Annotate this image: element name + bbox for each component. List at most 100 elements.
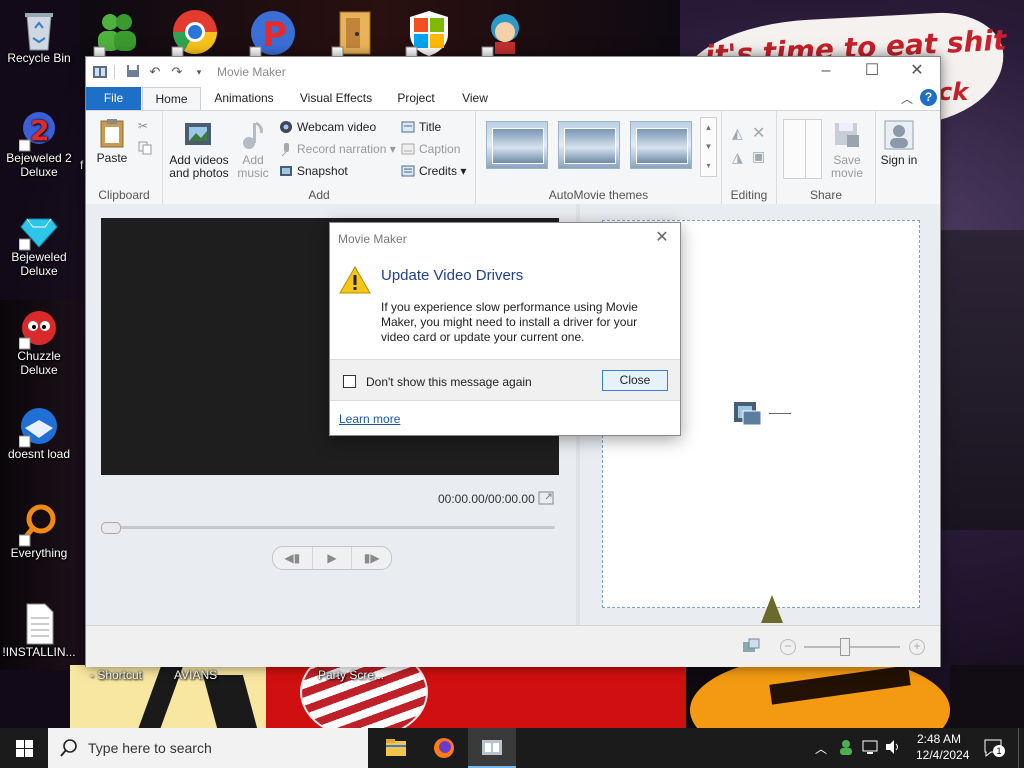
tab-file[interactable]: File xyxy=(86,87,141,110)
ribbon: Paste ✂ Clipboard Add videos and photos … xyxy=(86,110,940,205)
desktop-icon-bejeweled[interactable]: Bejeweled Deluxe xyxy=(2,207,76,278)
theme-thumbnail[interactable] xyxy=(630,121,692,169)
taskbar-firefox[interactable] xyxy=(420,728,468,768)
tab-home[interactable]: Home xyxy=(142,87,201,111)
next-frame-button[interactable]: ▮▶ xyxy=(352,547,391,569)
theme-thumbnail[interactable] xyxy=(558,121,620,169)
bejeweled-2-icon: 2 xyxy=(18,112,55,152)
door-icon xyxy=(331,11,371,59)
close-window-button[interactable]: ✕ xyxy=(894,57,940,87)
wallpaper-banner-text: ck xyxy=(938,78,969,106)
character-icon xyxy=(481,14,519,59)
learn-more-link[interactable]: Learn more xyxy=(339,412,400,426)
desktop-icon-folder-app[interactable] xyxy=(330,8,380,59)
volume-icon[interactable] xyxy=(884,739,902,758)
dialog-close-button[interactable]: Close xyxy=(602,370,668,391)
desktop-icon-chuzzle[interactable]: Chuzzle Deluxe xyxy=(2,306,76,377)
seek-thumb[interactable] xyxy=(101,522,121,534)
zoom-slider[interactable] xyxy=(804,646,900,648)
user-tray-icon[interactable] xyxy=(838,739,854,758)
fullscreen-preview-icon[interactable] xyxy=(538,491,554,508)
save-movie-button[interactable]: Save movie xyxy=(827,119,867,180)
rotate-right-icon[interactable]: ◮ xyxy=(732,149,743,166)
title-button[interactable]: Title xyxy=(401,118,441,136)
desktop-icon-windows-shield[interactable] xyxy=(404,8,454,59)
play-button[interactable]: ▶ xyxy=(313,547,353,569)
previous-frame-button[interactable]: ◀▮ xyxy=(273,547,313,569)
desktop-icon-label: Bejeweled Deluxe xyxy=(11,250,67,278)
add-videos-photos-button[interactable]: Add videos and photos xyxy=(167,119,231,180)
desktop-icon-label: Recycle Bin xyxy=(7,51,71,65)
sign-in-button[interactable]: Sign in xyxy=(880,119,918,167)
show-hidden-icons-chevron-icon[interactable]: ︿ xyxy=(815,740,827,757)
desktop-icon-p-app[interactable]: P xyxy=(248,8,298,59)
desktop-icon-recycle-bin[interactable]: Recycle Bin xyxy=(2,8,76,65)
add-group: Add videos and photos Add music Webcam v… xyxy=(163,111,476,204)
start-button[interactable] xyxy=(16,740,33,760)
add-music-button[interactable]: Add music xyxy=(233,119,273,180)
taskbar-search-box[interactable]: Type here to search xyxy=(48,728,368,768)
dialog-title: Movie Maker xyxy=(338,232,407,246)
caption-icon xyxy=(401,142,415,156)
desktop-icon-thunderbird[interactable]: doesnt load xyxy=(2,404,76,461)
save-icon[interactable] xyxy=(125,64,141,80)
webcam-video-button[interactable]: Webcam video xyxy=(279,118,376,136)
select-all-icon[interactable]: ▣ xyxy=(752,148,765,165)
tab-visual-effects[interactable]: Visual Effects xyxy=(292,87,380,110)
desktop-icon-people[interactable] xyxy=(92,8,142,59)
desktop-icon-game-character[interactable] xyxy=(480,8,530,59)
desktop-icon-everything[interactable]: Everything xyxy=(2,503,76,560)
theme-thumbnail[interactable] xyxy=(486,121,548,169)
thumbnail-size-icon[interactable] xyxy=(742,638,760,657)
folder-icon xyxy=(386,739,406,756)
remove-icon[interactable]: ✕ xyxy=(752,123,765,143)
desktop-icon-installing-file[interactable]: !INSTALLIN... xyxy=(2,602,76,659)
caption-button[interactable]: Caption xyxy=(401,140,460,158)
network-icon[interactable] xyxy=(862,739,880,758)
desktop-icon-label: Chuzzle Deluxe xyxy=(17,349,61,377)
dont-show-checkbox[interactable] xyxy=(343,375,356,388)
zoom-slider-thumb[interactable] xyxy=(840,638,850,656)
tab-view[interactable]: View xyxy=(452,87,498,110)
quick-access-toolbar: ↶ ↷ ▾ xyxy=(92,63,207,81)
tab-project[interactable]: Project xyxy=(390,87,442,110)
partial-desktop-label: Party Scre... xyxy=(318,668,385,682)
seek-bar[interactable] xyxy=(103,526,555,529)
desktop-icon-chrome[interactable] xyxy=(170,8,220,59)
snapshot-button[interactable]: Snapshot xyxy=(279,162,348,180)
add-media-placeholder-icon[interactable] xyxy=(733,399,763,432)
rotate-left-icon[interactable]: ◭ xyxy=(732,125,743,142)
zoom-out-button[interactable]: − xyxy=(780,639,796,655)
cut-icon[interactable]: ✂ xyxy=(138,119,148,133)
dont-show-label[interactable]: Don't show this message again xyxy=(366,375,532,389)
taskbar-movie-maker[interactable] xyxy=(468,728,516,768)
desktop-icon-bejeweled-2[interactable]: 2 Bejeweled 2 Deluxe xyxy=(2,108,76,179)
group-label: AutoMovie themes xyxy=(548,188,649,202)
app-menu-icon[interactable] xyxy=(92,64,108,80)
title-bar: ↶ ↷ ▾ Movie Maker – ☐ ✕ xyxy=(86,57,940,87)
clock[interactable]: 2:48 AM 12/4/2024 xyxy=(916,731,969,763)
microphone-icon xyxy=(279,142,293,157)
share-scroll-arrows[interactable] xyxy=(805,119,822,179)
taskbar-file-explorer[interactable] xyxy=(372,728,420,768)
collapse-ribbon-icon[interactable]: ︿ xyxy=(901,90,913,107)
show-desktop-button[interactable] xyxy=(1018,728,1024,768)
copy-icon[interactable] xyxy=(138,141,152,158)
undo-icon[interactable]: ↶ xyxy=(147,64,163,80)
themes-scroll[interactable]: ▲ ▼ ▾ xyxy=(700,117,717,177)
paste-button[interactable]: Paste xyxy=(94,117,130,165)
movie-maker-icon xyxy=(482,740,502,755)
help-icon[interactable]: ? xyxy=(920,89,937,106)
dialog-close-icon[interactable]: ✕ xyxy=(652,228,672,248)
taskbar: Type here to search ︿ 2:48 AM 12/4/2024 … xyxy=(0,728,1024,768)
customize-toolbar-icon[interactable]: ▾ xyxy=(191,64,207,80)
credits-button[interactable]: Credits ▾ xyxy=(401,162,466,180)
redo-icon[interactable]: ↷ xyxy=(169,64,185,80)
zoom-in-button[interactable]: + xyxy=(909,639,925,655)
magnifier-icon xyxy=(18,504,56,547)
notification-center-icon[interactable]: 1 xyxy=(983,738,1005,761)
maximize-button[interactable]: ☐ xyxy=(849,57,895,87)
record-narration-button[interactable]: Record narration ▾ xyxy=(279,140,396,158)
tab-animations[interactable]: Animations xyxy=(206,87,282,110)
minimize-button[interactable]: – xyxy=(803,57,849,87)
